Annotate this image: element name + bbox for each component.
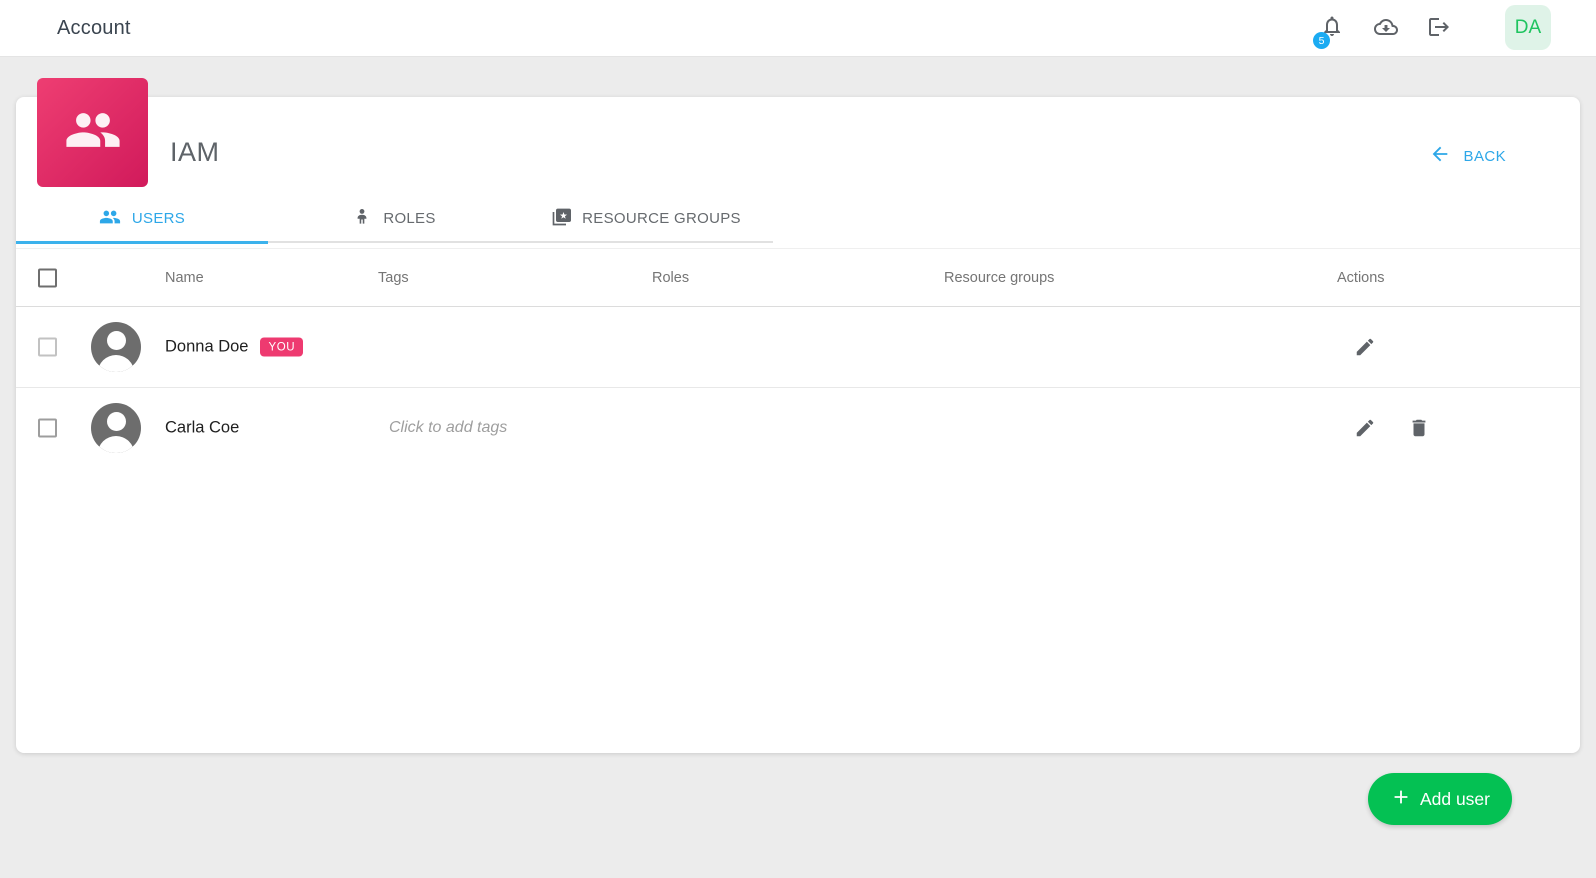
tab-resource-groups[interactable]: RESOURCE GROUPS: [520, 196, 772, 241]
iam-tile: [37, 78, 148, 187]
table-row-carla-coe: Carla Coe Click to add tags: [16, 388, 1580, 468]
edit-button[interactable]: [1354, 336, 1376, 358]
col-name: Name: [165, 270, 204, 286]
col-resource-groups: Resource groups: [944, 270, 1054, 286]
user-avatar-icon: [91, 322, 141, 372]
col-tags: Tags: [378, 270, 409, 286]
tab-users[interactable]: USERS: [16, 196, 268, 241]
col-actions: Actions: [1337, 270, 1385, 286]
roles-icon: [352, 207, 372, 231]
users-icon: [99, 206, 121, 232]
select-all-checkbox[interactable]: [38, 268, 57, 287]
add-user-button[interactable]: Add user: [1368, 773, 1512, 825]
trash-icon: [1408, 426, 1430, 443]
add-tags-field[interactable]: Click to add tags: [389, 419, 507, 437]
table-header: Name Tags Roles Resource groups Actions: [16, 248, 1580, 307]
card-title: IAM: [170, 137, 220, 168]
notifications-button[interactable]: 5: [1320, 14, 1344, 38]
users-table: Name Tags Roles Resource groups Actions …: [16, 248, 1580, 468]
user-avatar[interactable]: DA: [1505, 5, 1551, 50]
active-tab-indicator: [16, 241, 268, 244]
logout-icon: [1427, 26, 1451, 43]
edit-button[interactable]: [1354, 417, 1376, 439]
add-user-label: Add user: [1420, 789, 1490, 810]
user-name: Donna Doe: [165, 338, 248, 357]
col-roles: Roles: [652, 270, 689, 286]
back-button[interactable]: BACK: [1429, 143, 1506, 170]
tab-bar: USERS ROLES RESOURCE GROUPS: [16, 196, 773, 243]
you-badge: YOU: [260, 338, 303, 357]
cloud-download-button[interactable]: [1374, 15, 1398, 39]
topbar: Account 5 DA: [0, 0, 1596, 57]
logout-button[interactable]: [1427, 15, 1451, 39]
delete-button[interactable]: [1408, 417, 1430, 439]
row-checkbox[interactable]: [38, 419, 57, 438]
back-arrow-icon: [1429, 143, 1451, 170]
tab-users-label: USERS: [132, 210, 185, 227]
people-icon: [64, 101, 122, 164]
cloud-download-icon: [1374, 26, 1398, 43]
notification-badge: 5: [1313, 32, 1330, 49]
pencil-icon: [1354, 345, 1376, 362]
resource-groups-icon: [551, 207, 571, 231]
row-checkbox[interactable]: [38, 338, 57, 357]
table-row-donna-doe: Donna Doe YOU: [16, 307, 1580, 388]
page-title: Account: [57, 0, 131, 56]
tab-roles-label: ROLES: [383, 210, 435, 227]
iam-card: IAM BACK USERS ROLES RESOURCE GROUPS: [16, 97, 1580, 753]
tab-roles[interactable]: ROLES: [268, 196, 520, 241]
back-label: BACK: [1464, 148, 1506, 165]
plus-icon: [1390, 786, 1412, 813]
tab-resource-groups-label: RESOURCE GROUPS: [582, 210, 741, 227]
user-name: Carla Coe: [165, 419, 239, 438]
pencil-icon: [1354, 426, 1376, 443]
user-avatar-icon: [91, 403, 141, 453]
